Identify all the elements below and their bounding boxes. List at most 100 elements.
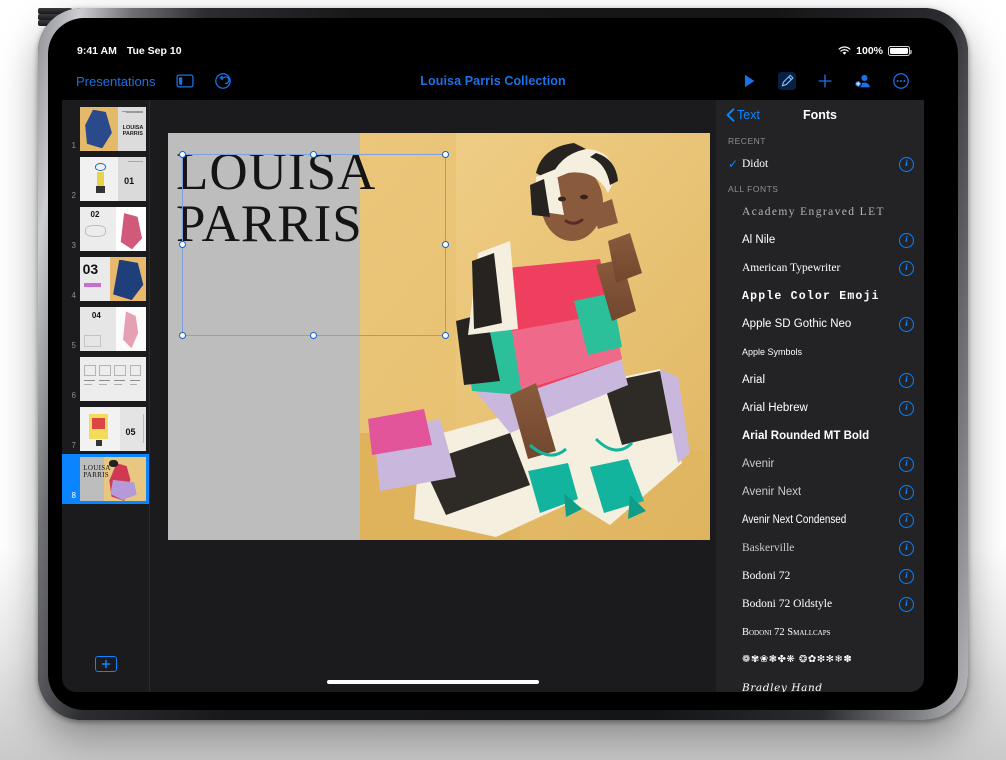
font-list-item-didot[interactable]: ✓ Didot i [716, 150, 924, 178]
slide-number: 3 [71, 241, 76, 250]
font-list-item[interactable]: Apple SD Gothic Neo i [716, 310, 924, 338]
home-indicator[interactable] [327, 680, 539, 684]
all-fonts-list[interactable]: Academy Engraved LET Al Nile i American Typ… [716, 198, 924, 692]
battery-percent-label: 100% [856, 45, 883, 57]
app-toolbar: Presentations Louisa Parris Collection [62, 62, 924, 100]
resize-handle-middle-right[interactable] [442, 241, 449, 248]
more-ellipsis-icon[interactable] [892, 72, 910, 90]
slide-thumbnail-item[interactable]: 6 [62, 354, 149, 404]
slide-thumbnail-item[interactable]: 1 LOUISA PARRIS [62, 104, 149, 154]
font-list-item[interactable]: Al Nile i [716, 226, 924, 254]
resize-handle-top-left[interactable] [179, 151, 186, 158]
battery-icon [888, 46, 912, 56]
current-slide[interactable]: LOUISA PARRIS [168, 133, 710, 540]
slide-thumbnail-item[interactable]: 5 04 [62, 304, 149, 354]
font-list-item[interactable]: Bradley Hand [716, 674, 924, 692]
font-name: Bodoni 72 [742, 570, 791, 582]
font-name: Bradley Hand [742, 682, 823, 692]
font-name: Arial Hebrew [742, 402, 808, 414]
slide-thumbnail: 02 [80, 207, 146, 251]
font-list-item[interactable]: Avenir Next Condensed i [716, 506, 924, 534]
add-person-icon[interactable] [854, 72, 872, 90]
slide-thumbnail: LOUISA PARRIS [80, 107, 146, 151]
font-list-item[interactable]: Arial i [716, 366, 924, 394]
font-list-item[interactable]: ❁✾❀❃✤❋ ❂✿❇✻❄✽ [716, 646, 924, 674]
font-list-item[interactable]: Avenir Next i [716, 478, 924, 506]
font-name: Arial Rounded MT Bold [742, 430, 870, 442]
status-date: Tue Sep 10 [126, 45, 182, 57]
ipad-screen: 9:41 AM Tue Sep 10 100% Presentations Lo… [62, 40, 924, 692]
slide-thumbnail-item[interactable]: 3 02 [62, 204, 149, 254]
font-list-item[interactable]: Arial Hebrew i [716, 394, 924, 422]
slide-thumbnail-item[interactable]: 2 01 [62, 154, 149, 204]
slide-number: 7 [71, 441, 76, 450]
fonts-panel-header: Text Fonts [716, 100, 924, 130]
fonts-panel[interactable]: Text Fonts RECENT ✓ Didot i ALL FONTS Ac… [716, 100, 924, 692]
info-icon[interactable]: i [899, 484, 914, 500]
info-icon[interactable]: i [899, 316, 914, 332]
font-name: Avenir [742, 458, 775, 470]
play-icon[interactable] [740, 72, 758, 90]
main-content-area: 1 LOUISA PARRIS 2 01 3 02 4 03 5 04 6 7 … [62, 100, 924, 692]
slide-number: 5 [71, 341, 76, 350]
resize-handle-bottom-center[interactable] [310, 332, 317, 339]
font-name: Avenir Next [742, 486, 802, 498]
text-selection-box[interactable] [179, 151, 449, 339]
font-list-item[interactable]: Bodoni 72 Oldstyle i [716, 590, 924, 618]
info-icon[interactable]: i [899, 156, 914, 172]
resize-handle-bottom-right[interactable] [442, 332, 449, 339]
font-name: Bodoni 72 Smallcaps [742, 626, 831, 638]
add-slide-button[interactable] [95, 656, 117, 672]
slide-thumbnail-item[interactable]: 7 05 [62, 404, 149, 454]
font-list-item[interactable]: Arial Rounded MT Bold [716, 422, 924, 450]
font-name: Avenir Next Condensed [742, 514, 847, 526]
resize-handle-top-right[interactable] [442, 151, 449, 158]
font-name: Didot [742, 158, 769, 170]
slide-number: 6 [71, 391, 76, 400]
slide-thumbnail: LOUISA PARRIS [80, 457, 146, 501]
resize-handle-top-center[interactable] [310, 151, 317, 158]
slide-canvas-area[interactable]: LOUISA PARRIS [150, 100, 716, 692]
slide-thumbnail [80, 357, 146, 401]
font-list-item[interactable]: Bodoni 72 i [716, 562, 924, 590]
slide-number: 8 [71, 491, 76, 500]
font-list-item[interactable]: Bodoni 72 Smallcaps [716, 618, 924, 646]
font-name: Bodoni 72 Oldstyle [742, 598, 833, 610]
font-list-item[interactable]: Baskerville i [716, 534, 924, 562]
fonts-panel-back-button[interactable]: Text [726, 108, 760, 122]
font-list-item[interactable]: Avenir i [716, 450, 924, 478]
info-icon[interactable]: i [899, 372, 914, 388]
slide-thumbnail: 05 [80, 407, 146, 451]
font-list-item[interactable]: American Typewriter i [716, 254, 924, 282]
font-list-item[interactable]: Apple Color Emoji [716, 282, 924, 310]
info-icon[interactable]: i [899, 512, 914, 528]
fonts-panel-back-label: Text [737, 108, 760, 122]
info-icon[interactable]: i [899, 596, 914, 612]
info-icon[interactable]: i [899, 456, 914, 472]
slide-number: 4 [71, 291, 76, 300]
slide-number: 2 [71, 191, 76, 200]
slide-navigator[interactable]: 1 LOUISA PARRIS 2 01 3 02 4 03 5 04 6 7 … [62, 100, 150, 692]
status-time: 9:41 AM [77, 45, 117, 57]
info-icon[interactable]: i [899, 568, 914, 584]
slide-thumbnail: 03 [80, 257, 146, 301]
info-icon[interactable]: i [899, 540, 914, 556]
font-name: ❁✾❀❃✤❋ ❂✿❇✻❄✽ [742, 654, 853, 665]
info-icon[interactable]: i [899, 400, 914, 416]
info-icon[interactable]: i [899, 232, 914, 248]
font-name: Apple Symbols [742, 347, 803, 357]
font-list-item[interactable]: Academy Engraved LET [716, 198, 924, 226]
slide-thumbnail-item-selected[interactable]: 8 LOUISA PARRIS [62, 454, 149, 504]
resize-handle-bottom-left[interactable] [179, 332, 186, 339]
status-bar-left: 9:41 AM Tue Sep 10 [77, 45, 182, 57]
info-icon[interactable]: i [899, 260, 914, 276]
slide-thumbnail-item[interactable]: 4 03 [62, 254, 149, 304]
font-name: Apple SD Gothic Neo [742, 318, 852, 330]
section-header-recent: RECENT [728, 136, 766, 146]
format-brush-icon[interactable] [778, 72, 796, 90]
plus-icon[interactable] [816, 72, 834, 90]
add-slide-wrapper [95, 656, 117, 672]
font-list-item[interactable]: Apple Symbols [716, 338, 924, 366]
resize-handle-middle-left[interactable] [179, 241, 186, 248]
font-name: American Typewriter [742, 262, 841, 274]
